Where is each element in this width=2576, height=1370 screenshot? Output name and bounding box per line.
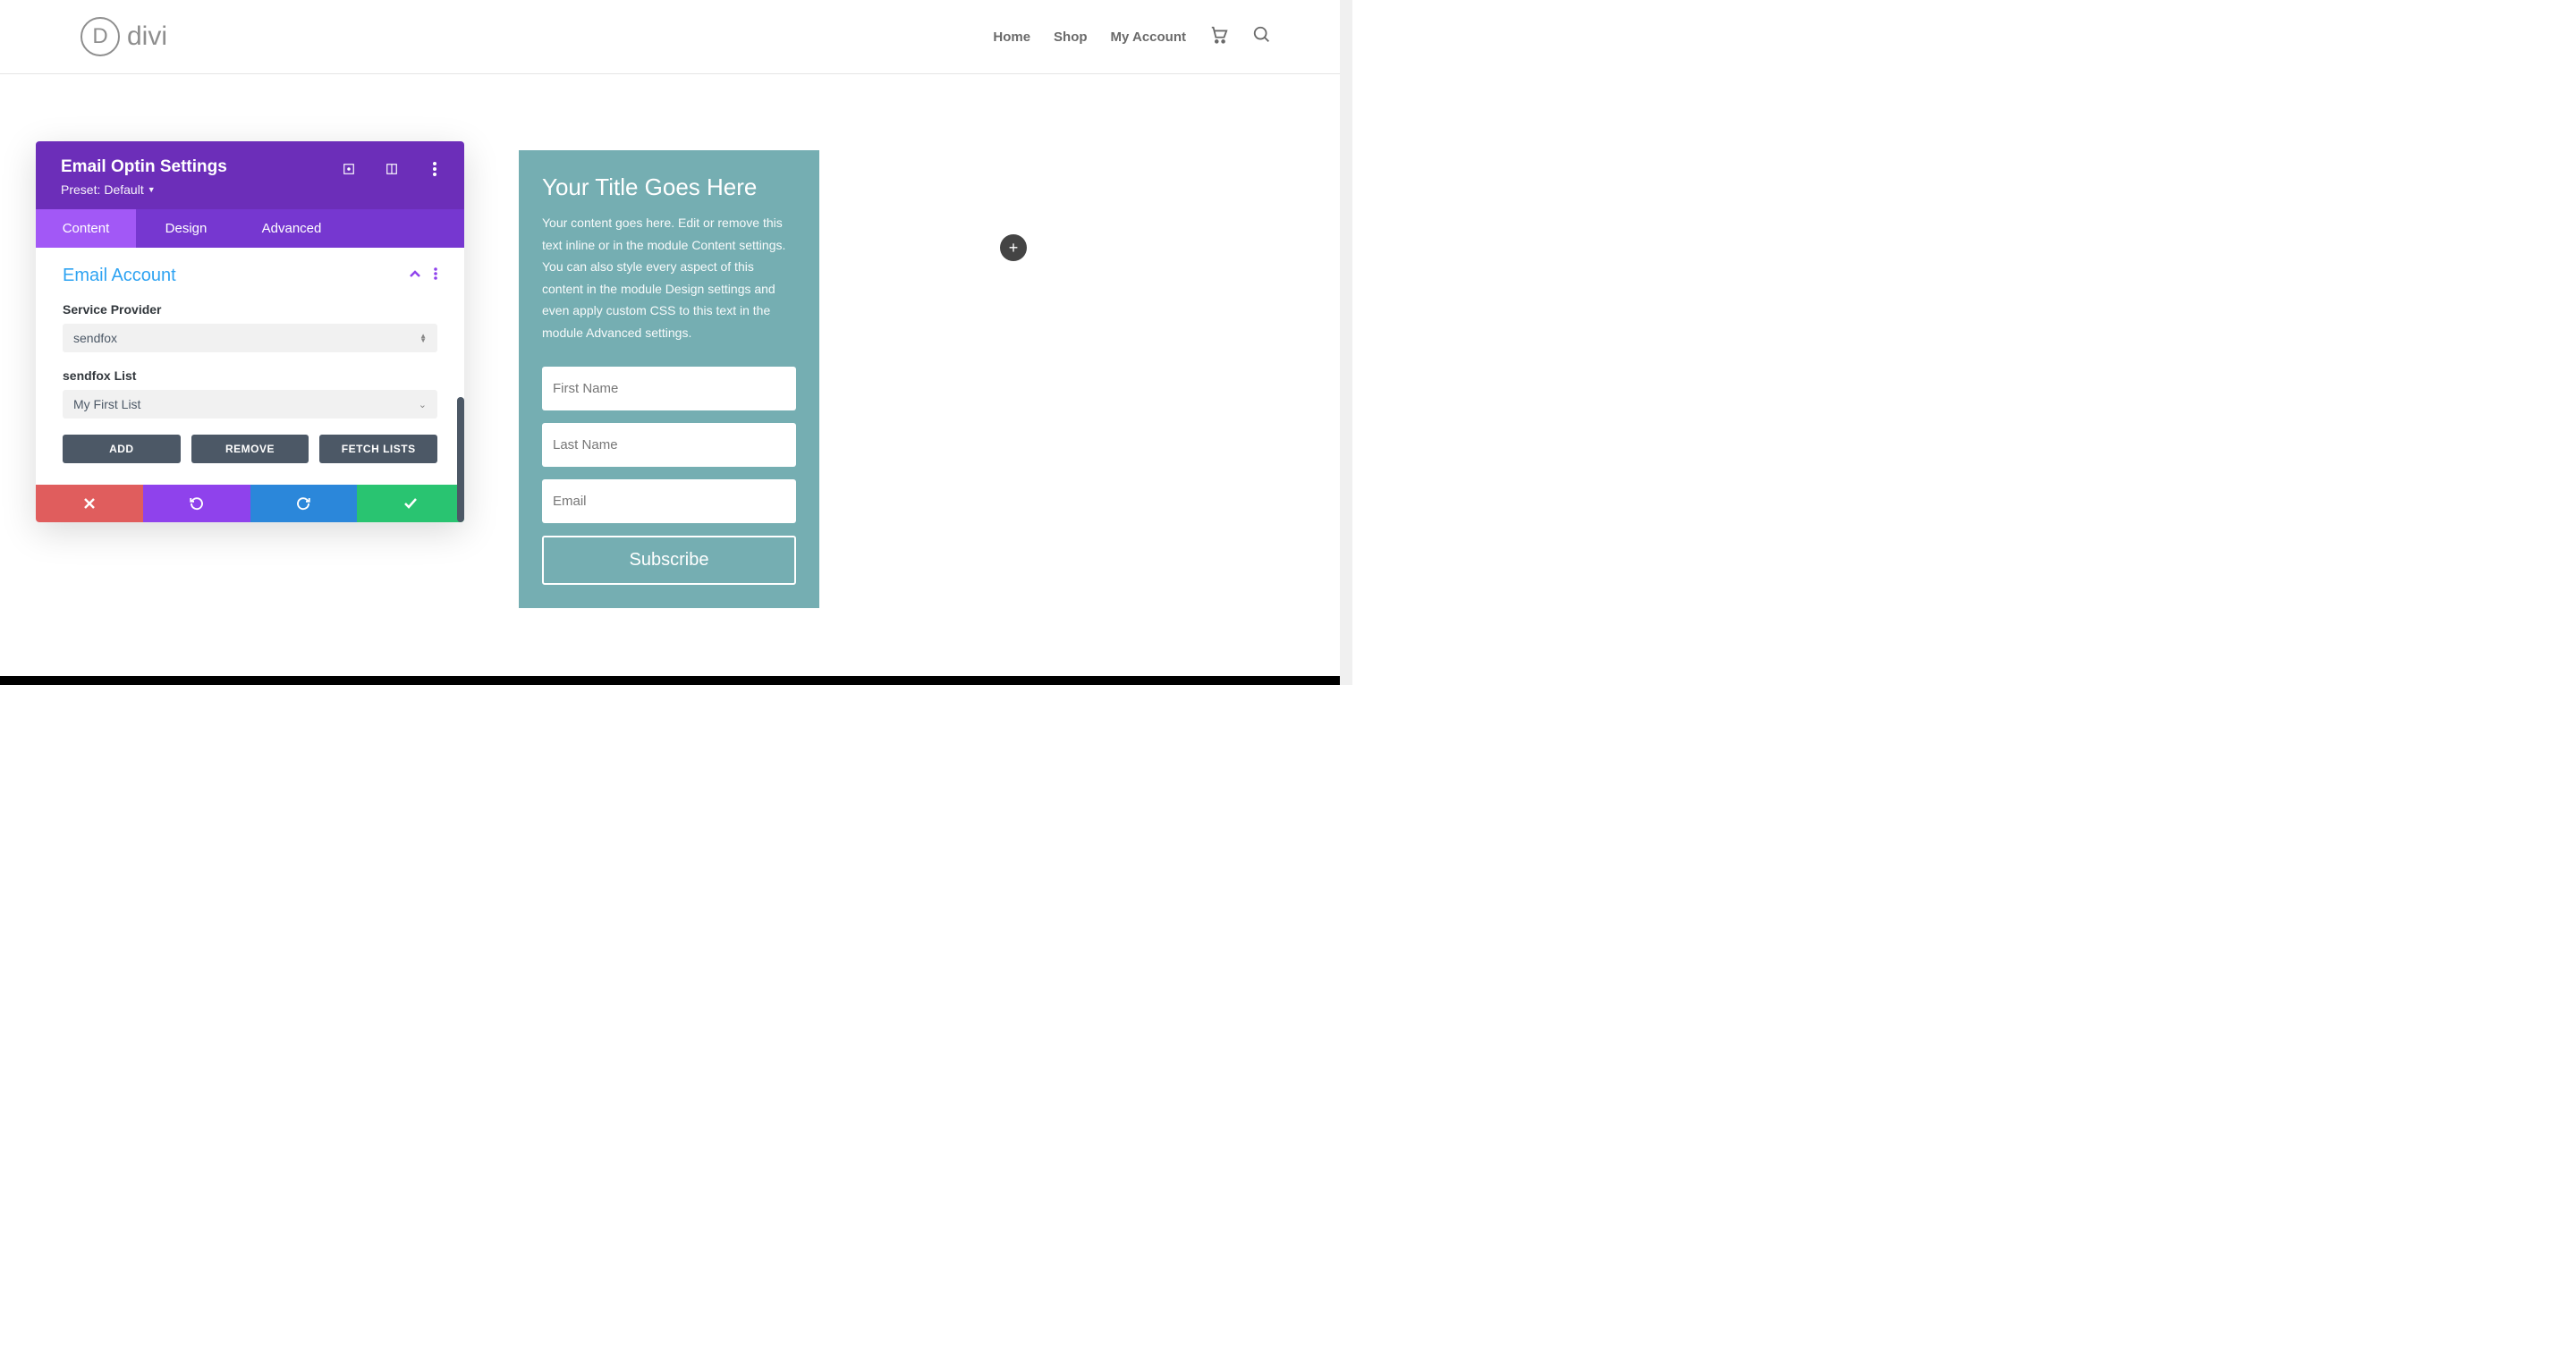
provider-label: Service Provider (63, 302, 437, 317)
more-icon[interactable] (427, 161, 443, 177)
logo-text: divi (127, 21, 167, 52)
list-value: My First List (73, 397, 140, 411)
preset-selector[interactable]: Preset: Default ▼ (61, 182, 439, 197)
panel-footer (36, 485, 464, 522)
add-module-button[interactable]: + (1000, 234, 1027, 261)
expand-icon[interactable] (341, 161, 357, 177)
settings-panel: Email Optin Settings Preset: Default ▼ (36, 141, 464, 522)
undo-button[interactable] (143, 485, 250, 522)
tab-design[interactable]: Design (136, 209, 236, 248)
section-more-icon[interactable] (434, 267, 437, 284)
remove-button[interactable]: REMOVE (191, 435, 309, 463)
window-scrollbar-track (1340, 0, 1352, 685)
section-title: Email Account (63, 266, 176, 286)
cart-icon[interactable] (1209, 25, 1229, 49)
panel-scrollbar[interactable] (457, 397, 464, 522)
redo-button[interactable] (250, 485, 358, 522)
provider-select[interactable]: sendfox ▲▼ (63, 324, 437, 352)
plus-icon: + (1009, 239, 1019, 258)
email-input[interactable] (542, 479, 796, 523)
site-logo[interactable]: D divi (80, 17, 167, 56)
list-label: sendfox List (63, 368, 437, 383)
provider-value: sendfox (73, 331, 117, 345)
collapse-icon[interactable] (409, 267, 421, 284)
optin-description[interactable]: Your content goes here. Edit or remove t… (542, 212, 796, 343)
chevron-down-icon: ▼ (148, 185, 156, 194)
fetch-lists-button[interactable]: FETCH LISTS (319, 435, 437, 463)
tab-advanced[interactable]: Advanced (236, 209, 347, 248)
preset-value: Default (104, 182, 143, 197)
search-icon[interactable] (1252, 25, 1272, 49)
preset-label: Preset: (61, 182, 100, 197)
snap-icon[interactable] (384, 161, 400, 177)
last-name-input[interactable] (542, 423, 796, 467)
section-head: Email Account (36, 248, 464, 297)
add-button[interactable]: ADD (63, 435, 181, 463)
panel-tabs: Content Design Advanced (36, 209, 464, 248)
bottom-bar (0, 676, 1340, 685)
main-nav: Home Shop My Account (993, 25, 1272, 49)
nav-shop[interactable]: Shop (1054, 30, 1088, 45)
cancel-button[interactable] (36, 485, 143, 522)
save-button[interactable] (357, 485, 464, 522)
subscribe-button[interactable]: Subscribe (542, 536, 796, 585)
nav-account[interactable]: My Account (1111, 30, 1186, 45)
logo-icon: D (80, 17, 120, 56)
panel-body: Email Account Service Provider sendfox (36, 248, 464, 485)
site-header: D divi Home Shop My Account (0, 0, 1352, 74)
first-name-input[interactable] (542, 367, 796, 410)
tab-content[interactable]: Content (36, 209, 136, 248)
chevron-down-icon: ⌄ (419, 399, 427, 410)
panel-header: Email Optin Settings Preset: Default ▼ (36, 141, 464, 209)
nav-home[interactable]: Home (993, 30, 1030, 45)
optin-module: Your Title Goes Here Your content goes h… (519, 150, 819, 608)
list-select[interactable]: My First List ⌄ (63, 390, 437, 419)
select-arrows-icon: ▲▼ (419, 334, 427, 342)
optin-title[interactable]: Your Title Goes Here (542, 173, 796, 201)
